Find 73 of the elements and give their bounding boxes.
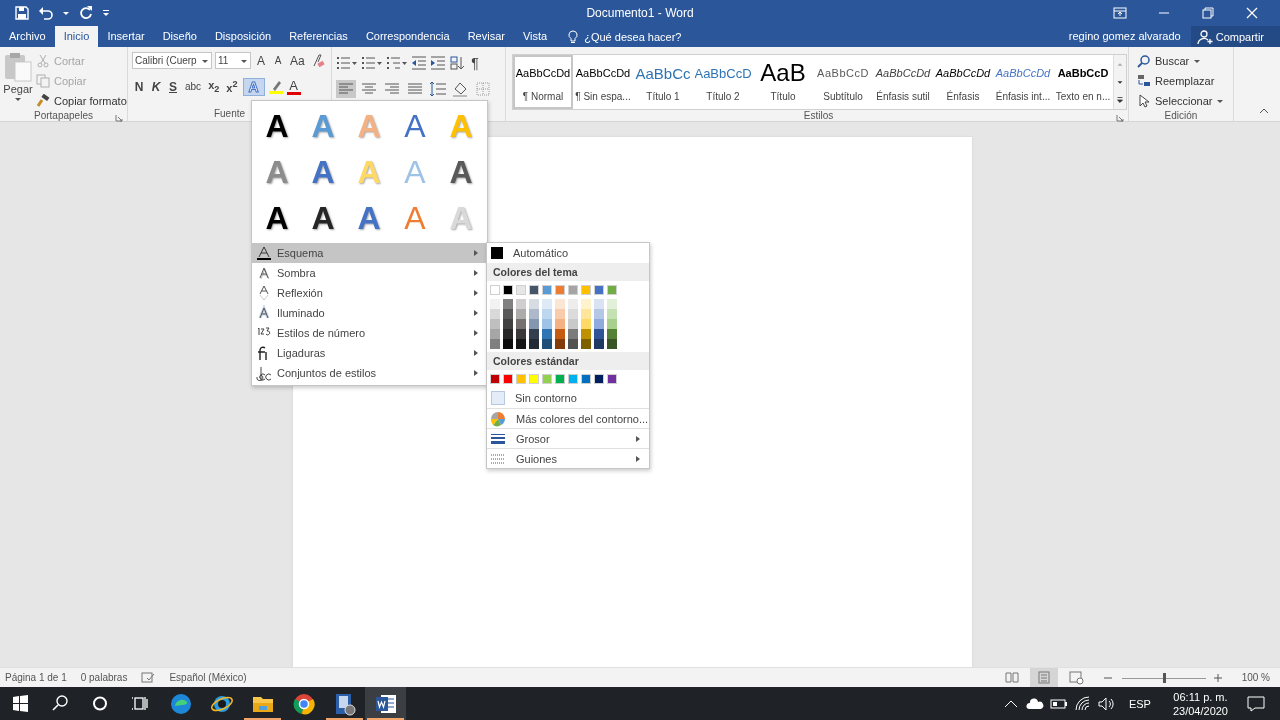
style-option[interactable]: AaBbCcDd Énfasis: [933, 55, 993, 109]
style-option[interactable]: AaBbCcDd ¶ Normal: [513, 55, 573, 109]
menu-item[interactable]: Sombra: [252, 263, 487, 283]
window-title: Documento1 - Word: [585, 6, 695, 20]
menu-item[interactable]: Más colores del contorno...: [487, 408, 649, 428]
show-marks-button[interactable]: ¶: [468, 53, 482, 72]
ribbon-tab[interactable]: Vista: [513, 26, 557, 47]
text-effect-option[interactable]: A: [346, 195, 392, 241]
style-option[interactable]: AaBbCcDd Énfasis int...: [993, 55, 1053, 109]
bold-button[interactable]: N: [132, 77, 146, 96]
font-color-button[interactable]: A: [286, 78, 301, 95]
clipboard-action[interactable]: Copiar formato: [34, 91, 129, 110]
text-effect-option[interactable]: A: [254, 195, 300, 241]
style-option[interactable]: AaBbCcD Texto en n...: [1053, 55, 1113, 109]
tell-me-field[interactable]: ¿Qué desea hacer?: [566, 26, 695, 47]
ribbon-tab[interactable]: Inicio: [54, 26, 99, 47]
input-language[interactable]: ESP: [1128, 697, 1151, 710]
menu-item[interactable]: Conjuntos de estilos: [252, 363, 487, 383]
font-name-field[interactable]: Calibri (Cuerp: [132, 52, 212, 69]
menu-item[interactable]: Sin contorno: [487, 388, 649, 408]
automatic-color-item[interactable]: Automático: [487, 243, 649, 263]
page-count[interactable]: Página 1 de 1: [5, 672, 67, 683]
change-case-button[interactable]: Aa: [288, 51, 307, 70]
text-effect-option[interactable]: A: [254, 103, 300, 149]
ribbon-tab[interactable]: Disposición: [205, 26, 281, 47]
menu-item[interactable]: Ligaduras: [252, 343, 487, 363]
ribbon-tab[interactable]: Archivo: [0, 26, 55, 47]
language-indicator[interactable]: Español (México): [169, 672, 247, 683]
menu-item[interactable]: Guiones: [487, 448, 649, 468]
underline-button[interactable]: S: [166, 77, 180, 96]
menu-item[interactable]: Reflexión: [252, 283, 487, 303]
editing-button[interactable]: Buscar: [1135, 51, 1233, 70]
style-option[interactable]: AaBbCcD Subtítulo: [813, 55, 873, 109]
group-label: Portapapeles: [34, 110, 93, 121]
style-option[interactable]: AaB Título: [753, 55, 813, 109]
style-option[interactable]: AaBbCcDd Énfasis sutil: [873, 55, 933, 109]
clock-date[interactable]: 23/04/2020: [1172, 703, 1228, 718]
text-effect-option[interactable]: A: [438, 149, 484, 195]
style-option[interactable]: AaBbCc Título 1: [633, 55, 693, 109]
clock-time[interactable]: 06:11 p. m.: [1173, 689, 1228, 704]
text-effect-option[interactable]: A: [300, 149, 346, 195]
word-count[interactable]: 0 palabras: [80, 672, 128, 683]
editing-button[interactable]: Seleccionar: [1135, 91, 1233, 110]
menu-item[interactable]: Iluminado: [252, 303, 487, 323]
strike-button[interactable]: abc: [183, 77, 204, 96]
sub-button[interactable]: x$_{2}$: [206, 77, 222, 96]
font-size-field[interactable]: 11: [215, 52, 251, 69]
user-name[interactable]: regino gomez alvarado: [1068, 26, 1191, 47]
style-option[interactable]: AaBbCcD Título 2: [693, 55, 753, 109]
section-header: Colores estándar: [487, 352, 649, 370]
shrink-font-button[interactable]: A: [271, 51, 285, 70]
sup-button[interactable]: x$^{2}$: [224, 77, 240, 96]
ribbon-tab[interactable]: Diseño: [153, 26, 206, 47]
ribbon-tab[interactable]: Revisar: [458, 26, 514, 47]
paste-button[interactable]: Pegar: [0, 51, 34, 110]
group-label: Estilos: [803, 110, 834, 121]
menu-item[interactable]: Grosor: [487, 428, 649, 448]
group-label: Edición: [1164, 110, 1198, 121]
section-header: Colores del tema: [487, 263, 649, 281]
share-button[interactable]: Compartir: [1190, 26, 1280, 47]
group-label: Fuente: [213, 107, 246, 119]
menu-item[interactable]: Estilos de número: [252, 323, 487, 343]
editing-button[interactable]: Reemplazar: [1135, 71, 1233, 90]
ribbon-tab[interactable]: Correspondencia: [356, 26, 459, 47]
italic-button[interactable]: K: [149, 77, 163, 96]
menu-item[interactable]: Esquema: [252, 243, 487, 263]
text-effect-option[interactable]: A: [392, 103, 438, 149]
text-effect-option[interactable]: A: [300, 195, 346, 241]
ribbon-tab[interactable]: Insertar: [98, 26, 154, 47]
ribbon-tab[interactable]: Referencias: [280, 26, 357, 47]
zoom-level[interactable]: 100 %: [1241, 672, 1270, 683]
grow-font-button[interactable]: A: [254, 51, 268, 70]
style-option[interactable]: AaBbCcDd ¶ Sin espa...: [573, 55, 633, 109]
